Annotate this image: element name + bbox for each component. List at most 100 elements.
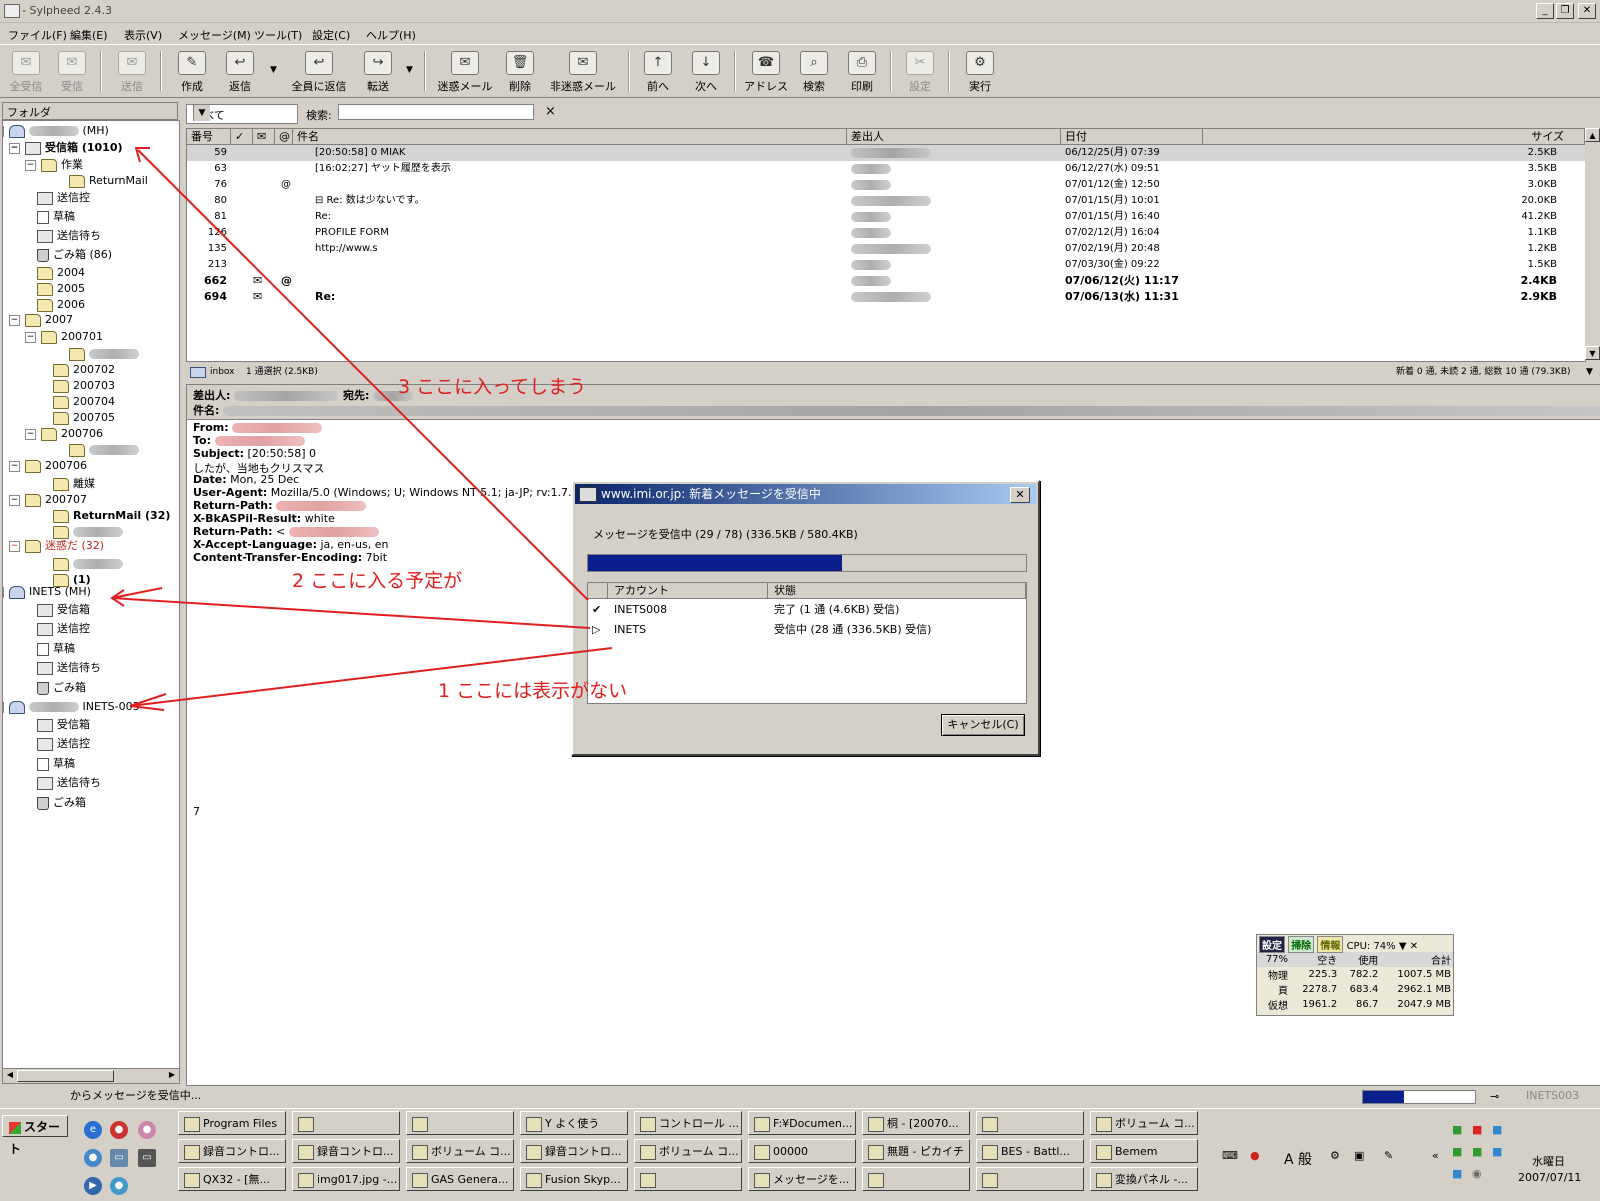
- taskbar-button[interactable]: img017.jpg -...: [292, 1167, 400, 1191]
- menu-tools[interactable]: ツール(T): [254, 27, 302, 43]
- folder-item[interactable]: − INETS (MH): [3, 584, 91, 600]
- receive-all-button[interactable]: ✉ 全受信: [6, 51, 46, 94]
- message-row[interactable]: 76 @07/01/12(金) 12:50 3.0KB: [187, 177, 1585, 193]
- menu-view[interactable]: 表示(V): [124, 27, 162, 43]
- taskbar-button[interactable]: 無題 - ピカイチ: [862, 1139, 970, 1163]
- network-icon[interactable]: ■: [1492, 1123, 1502, 1136]
- tray-icon[interactable]: ●: [1250, 1149, 1260, 1162]
- reply-button[interactable]: ↩ 返信: [220, 51, 260, 94]
- clear-search-icon[interactable]: ×: [545, 104, 556, 119]
- taskbar-button[interactable]: コントロール ...: [634, 1111, 742, 1135]
- execute-button[interactable]: ⚙ 実行: [960, 51, 1000, 94]
- mem-tag-clean[interactable]: 掃除: [1288, 936, 1315, 953]
- menu-file[interactable]: ファイル(F): [8, 27, 67, 43]
- scroll-left-icon[interactable]: ◀: [4, 1069, 16, 1081]
- folder-item[interactable]: ごみ箱: [37, 795, 86, 811]
- menu-settings[interactable]: 設定(C): [312, 27, 350, 43]
- taskbar-button[interactable]: GAS Genera...: [406, 1167, 514, 1191]
- collapse-toggle-icon[interactable]: −: [9, 495, 20, 506]
- tray-icon[interactable]: ⚙: [1330, 1149, 1340, 1162]
- network-icon[interactable]: ■: [1452, 1167, 1462, 1180]
- collapse-toggle-icon[interactable]: −: [9, 541, 20, 552]
- folder-item[interactable]: − (MH): [3, 123, 109, 139]
- collapse-toggle-icon[interactable]: −: [3, 126, 4, 137]
- keyboard-icon[interactable]: ⌨: [1222, 1149, 1238, 1162]
- ie-icon[interactable]: e: [84, 1121, 102, 1139]
- folder-item[interactable]: − 受信箱 (1010): [9, 140, 123, 156]
- folder-item[interactable]: 草稿: [37, 756, 75, 772]
- folder-item[interactable]: [69, 442, 139, 458]
- settings-button[interactable]: ✂ 設定: [902, 51, 938, 94]
- taskbar-button[interactable]: ボリューム コ...: [634, 1139, 742, 1163]
- col-icon[interactable]: [588, 583, 608, 599]
- tray-icon[interactable]: ■: [1452, 1123, 1462, 1136]
- message-list-scrollbar[interactable]: ▲ ▼: [1585, 128, 1600, 360]
- taskbar-button[interactable]: BES - Battl...: [976, 1139, 1084, 1163]
- messenger-icon[interactable]: ●: [84, 1149, 102, 1167]
- folder-item[interactable]: − 2007: [9, 312, 73, 328]
- folder-item[interactable]: − 200701: [25, 329, 103, 345]
- forward-dropdown[interactable]: ▼: [406, 65, 413, 75]
- taskbar-button[interactable]: [976, 1111, 1084, 1135]
- collapse-toggle-icon[interactable]: −: [9, 315, 20, 326]
- col-from[interactable]: 差出人: [847, 129, 1061, 145]
- folder-item[interactable]: 送信控: [37, 621, 90, 637]
- taskbar-button[interactable]: [292, 1111, 400, 1135]
- tray-icon[interactable]: ■: [1452, 1145, 1462, 1158]
- message-row[interactable]: 126 PROFILE FORM 07/02/12(月) 16:04 1.1KB: [187, 225, 1585, 241]
- collapse-toggle-icon[interactable]: −: [25, 332, 36, 343]
- dialog-close-button[interactable]: ✕: [1010, 487, 1030, 503]
- app-icon[interactable]: [4, 4, 20, 18]
- reply-all-button[interactable]: ↩ 全員に返信: [286, 51, 352, 94]
- col-date[interactable]: 日付: [1061, 129, 1203, 145]
- start-button[interactable]: スタート: [2, 1115, 68, 1156]
- folder-item[interactable]: 200702: [53, 362, 115, 378]
- print-button[interactable]: ⎙ 印刷: [844, 51, 880, 94]
- tray-icon[interactable]: ■: [1472, 1145, 1482, 1158]
- taskbar-button[interactable]: 変換パネル -...: [1090, 1167, 1198, 1191]
- tray-expand-icon[interactable]: «: [1432, 1149, 1439, 1162]
- folder-item[interactable]: 草稿: [37, 641, 75, 657]
- menu-edit[interactable]: 編集(E): [70, 27, 108, 43]
- folder-item[interactable]: 200705: [53, 410, 115, 426]
- folder-item[interactable]: 受信箱: [37, 602, 90, 618]
- monitor-icon[interactable]: ▭: [138, 1149, 156, 1167]
- collapse-toggle-icon[interactable]: −: [9, 143, 20, 154]
- taskbar-button[interactable]: Program Files: [178, 1111, 286, 1135]
- menu-help[interactable]: ヘルプ(H): [366, 27, 416, 43]
- delete-button[interactable]: 🗑 削除: [502, 51, 538, 94]
- ime-indicator[interactable]: A 般: [1284, 1149, 1312, 1169]
- taskbar-button[interactable]: メッセージを...: [748, 1167, 856, 1191]
- scroll-down-icon[interactable]: ▼: [1585, 346, 1600, 360]
- message-row[interactable]: 80 ⊟ Re: 数は少ないです。 07/01/15(月) 10:01 20.0KB: [187, 193, 1585, 209]
- forward-button[interactable]: ↪ 転送: [358, 51, 398, 94]
- collapse-toggle-icon[interactable]: −: [3, 587, 4, 598]
- folder-item[interactable]: ReturnMail (32): [53, 508, 170, 524]
- folder-item[interactable]: 受信箱: [37, 717, 90, 733]
- col-size[interactable]: サイズ: [1203, 129, 1585, 145]
- taskbar-button[interactable]: 録音コントロ...: [292, 1139, 400, 1163]
- message-row[interactable]: 694 ✉ Re: 07/06/13(水) 11:31 2.9KB: [187, 289, 1585, 305]
- cancel-button[interactable]: キャンセル(C): [941, 714, 1025, 736]
- taskbar-button[interactable]: 桐 - [20070...: [862, 1111, 970, 1135]
- folder-item[interactable]: − 迷惑だ (32): [9, 538, 104, 554]
- taskbar-button[interactable]: [976, 1167, 1084, 1191]
- folder-item[interactable]: ごみ箱 (86): [37, 247, 112, 263]
- receive-button[interactable]: ✉ 受信: [52, 51, 92, 94]
- col-attach[interactable]: @: [275, 129, 293, 145]
- not-junk-button[interactable]: ✉ 非迷惑メール: [546, 51, 620, 94]
- col-check[interactable]: ✓: [231, 129, 253, 145]
- col-number[interactable]: 番号: [187, 129, 231, 145]
- taskbar-button[interactable]: ボリューム コ...: [1090, 1111, 1198, 1135]
- folder-pane-header[interactable]: フォルダ: [2, 102, 178, 120]
- scroll-right-icon[interactable]: ▶: [166, 1069, 178, 1081]
- folder-item[interactable]: − 200706: [9, 458, 87, 474]
- folder-item[interactable]: 送信待ち: [37, 660, 101, 676]
- taskbar-button[interactable]: 00000: [748, 1139, 856, 1163]
- taskbar-button[interactable]: F:¥Documen...: [748, 1111, 856, 1135]
- compose-button[interactable]: ✎ 作成: [172, 51, 212, 94]
- junk-button[interactable]: ✉ 迷惑メール: [434, 51, 496, 94]
- folder-item[interactable]: 2005: [37, 281, 85, 297]
- folder-item[interactable]: 離媒: [53, 476, 95, 492]
- quicklaunch-icon[interactable]: ●: [110, 1177, 128, 1195]
